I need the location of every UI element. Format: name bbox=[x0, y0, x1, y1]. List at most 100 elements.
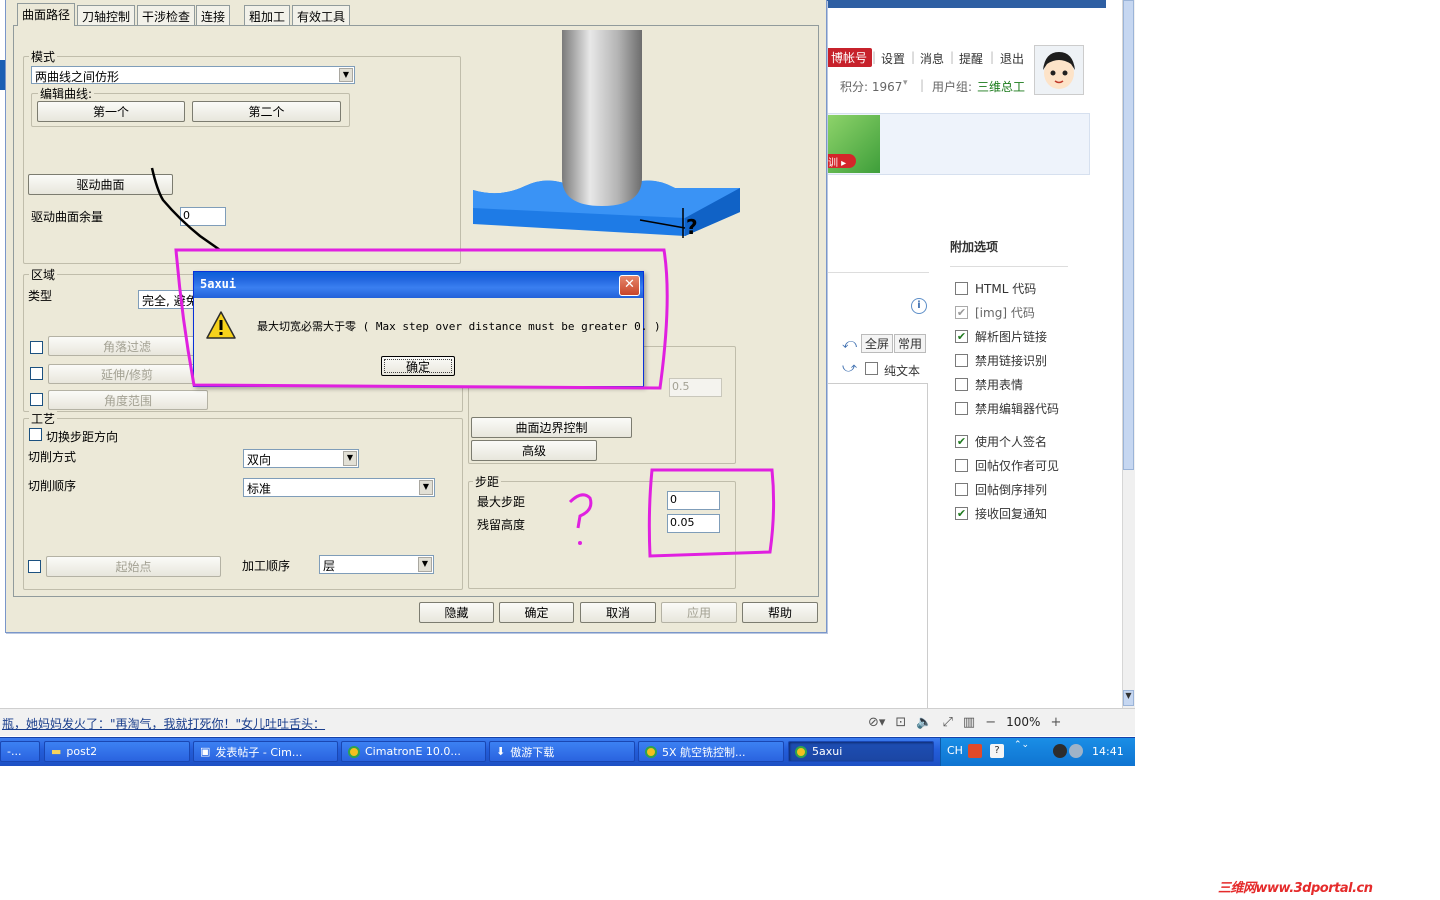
redo-icon[interactable]: ⤻ bbox=[842, 360, 857, 376]
close-icon[interactable]: ✕ bbox=[619, 275, 640, 296]
common-button[interactable]: 常用 bbox=[894, 334, 927, 353]
drive-surface-button[interactable]: 驱动曲面 bbox=[28, 174, 173, 195]
messages-link[interactable]: 消息 bbox=[920, 50, 944, 67]
extend-trim-checkbox[interactable] bbox=[30, 367, 43, 380]
taskbar-item-post2[interactable]: ▬ post2 bbox=[44, 741, 190, 762]
option-checkbox[interactable]: ✔ bbox=[955, 507, 968, 520]
scrollbar-thumb[interactable] bbox=[1123, 0, 1134, 470]
option-item[interactable]: 禁用表情 bbox=[955, 376, 1023, 393]
option-item[interactable]: ✔ 使用个人签名 bbox=[955, 433, 1047, 450]
tab-utilities[interactable]: 有效工具 bbox=[292, 5, 351, 25]
advanced-button[interactable]: 高级 bbox=[471, 440, 597, 461]
points-label[interactable]: 积分: 1967 bbox=[840, 78, 902, 95]
tab-tool-axis[interactable]: 刀轴控制 bbox=[77, 5, 136, 25]
avatar[interactable] bbox=[1034, 45, 1084, 95]
taskbar-item-cimatron[interactable]: CimatronE 10.0... bbox=[341, 741, 486, 762]
info-icon[interactable]: i bbox=[911, 298, 927, 314]
ok-button[interactable]: 确定 bbox=[499, 602, 574, 623]
taskbar-item-5x[interactable]: 5X 航空铣控制... bbox=[638, 741, 784, 762]
taskbar-item-downloads[interactable]: ⬇ 傲游下载 bbox=[489, 741, 635, 762]
usergroup-value[interactable]: 三维总工 bbox=[977, 78, 1025, 95]
option-item[interactable]: ✔ 解析图片链接 bbox=[955, 328, 1047, 345]
speaker-icon[interactable] bbox=[1069, 744, 1083, 758]
second-curve-button[interactable]: 第二个 bbox=[192, 101, 341, 122]
undo-icon[interactable]: ⤺ bbox=[842, 336, 857, 352]
option-checkbox[interactable]: ✔ bbox=[955, 306, 968, 319]
angle-range-button[interactable]: 角度范围 bbox=[48, 390, 208, 410]
mode-select[interactable]: 两曲线之间仿形 ▼ bbox=[31, 66, 355, 84]
settings-link[interactable]: 设置 bbox=[881, 50, 905, 67]
max-stepover-input[interactable]: 0 bbox=[667, 491, 720, 510]
sound-icon[interactable]: 🔈 bbox=[916, 715, 932, 730]
option-checkbox[interactable]: ✔ bbox=[955, 330, 968, 343]
option-item[interactable]: 禁用编辑器代码 bbox=[955, 400, 1059, 417]
message-ok-button[interactable]: 确定 bbox=[381, 356, 455, 376]
machining-order-select[interactable]: 层 ▼ bbox=[319, 555, 434, 574]
angle-range-checkbox[interactable] bbox=[30, 393, 43, 406]
tab-links[interactable]: 连接 bbox=[196, 5, 231, 25]
region-group-label: 区域 bbox=[29, 266, 58, 283]
taskbar-item-forum[interactable]: ▣ 发表帖子 - Cim... bbox=[193, 741, 338, 762]
start-point-button[interactable]: 起始点 bbox=[46, 556, 221, 577]
usergroup-label: 用户组: bbox=[932, 80, 973, 94]
zoom-in-icon[interactable]: + bbox=[1050, 715, 1061, 730]
taskbar-item[interactable]: -... bbox=[0, 741, 40, 762]
surface-edge-control-button[interactable]: 曲面边界控制 bbox=[471, 417, 632, 438]
cancel-button[interactable]: 取消 bbox=[580, 602, 656, 623]
switch-step-checkbox[interactable] bbox=[29, 428, 42, 441]
hide-button[interactable]: 隐藏 bbox=[419, 602, 494, 623]
chevron-down-icon: ▼ bbox=[419, 480, 433, 495]
type-select[interactable]: 完全, 避免 bbox=[138, 290, 198, 309]
taskbar-item-5axui[interactable]: 5axui bbox=[788, 741, 934, 762]
corner-filter-checkbox[interactable] bbox=[30, 341, 43, 354]
disabled-value-input[interactable]: 0.5 bbox=[669, 378, 722, 397]
scallop-height-input[interactable]: 0.05 bbox=[667, 514, 720, 533]
tab-roughing[interactable]: 粗加工 bbox=[244, 5, 291, 25]
option-item[interactable]: 回帖倒序排列 bbox=[955, 481, 1047, 498]
status-news-link[interactable]: 瓶，她妈妈发火了："再淘气，我就打死你！"女儿吐吐舌头： bbox=[2, 715, 325, 732]
cut-order-select[interactable]: 标准 ▼ bbox=[243, 478, 435, 497]
option-checkbox[interactable] bbox=[955, 483, 968, 496]
screenshot-icon[interactable]: ⊡ bbox=[895, 715, 906, 730]
fullscreen-icon[interactable]: ⤢ bbox=[943, 715, 953, 730]
tab-collision-check[interactable]: 干涉检查 bbox=[137, 5, 196, 25]
option-checkbox[interactable] bbox=[955, 378, 968, 391]
editor-textarea[interactable] bbox=[826, 383, 928, 708]
option-checkbox[interactable] bbox=[955, 459, 968, 472]
option-checkbox[interactable] bbox=[955, 282, 968, 295]
fullscreen-button[interactable]: 全屏 bbox=[861, 334, 894, 353]
sogou-icon[interactable] bbox=[968, 744, 982, 758]
language-indicator[interactable]: CH bbox=[947, 744, 963, 757]
apply-button[interactable]: 应用 bbox=[661, 602, 737, 623]
split-view-icon[interactable]: ▥ bbox=[963, 715, 975, 730]
option-item[interactable]: ✔ 接收回复通知 bbox=[955, 505, 1047, 522]
help-icon[interactable]: ? bbox=[990, 744, 1004, 758]
scroll-down-arrow[interactable]: ▼ bbox=[1123, 690, 1134, 706]
reminders-link[interactable]: 提醒 bbox=[959, 50, 983, 67]
tray-arrow-icon[interactable]: ⌃⌄ bbox=[1014, 740, 1029, 750]
logout-link[interactable]: 退出 bbox=[1000, 50, 1024, 67]
option-item[interactable]: 禁用链接识别 bbox=[955, 352, 1047, 369]
tab-surface-path[interactable]: 曲面路径 bbox=[17, 3, 76, 26]
drive-surface-allowance-input[interactable]: 0 bbox=[180, 207, 226, 226]
option-item[interactable]: 回帖仅作者可见 bbox=[955, 457, 1059, 474]
corner-filter-button[interactable]: 角落过滤 bbox=[48, 336, 206, 356]
account-button[interactable]: 博帐号 bbox=[826, 48, 873, 67]
network-icon[interactable] bbox=[1053, 744, 1067, 758]
cimatron-icon bbox=[348, 745, 360, 758]
points-dropdown-icon[interactable]: ▾ bbox=[903, 78, 908, 88]
option-checkbox[interactable]: ✔ bbox=[955, 435, 968, 448]
extend-trim-button[interactable]: 延伸/修剪 bbox=[48, 364, 206, 384]
plaintext-checkbox[interactable] bbox=[865, 362, 878, 375]
cut-method-select[interactable]: 双向 ▼ bbox=[243, 449, 359, 468]
option-checkbox[interactable] bbox=[955, 402, 968, 415]
first-curve-button[interactable]: 第一个 bbox=[37, 101, 185, 122]
scallop-height-label: 残留高度 bbox=[477, 518, 526, 532]
help-button[interactable]: 帮助 bbox=[742, 602, 818, 623]
option-item[interactable]: HTML 代码 bbox=[955, 280, 1036, 297]
option-checkbox[interactable] bbox=[955, 354, 968, 367]
security-icon[interactable]: ⊘▾ bbox=[868, 715, 885, 730]
option-item[interactable]: ✔ [img] 代码 bbox=[955, 304, 1035, 321]
start-point-checkbox[interactable] bbox=[28, 560, 41, 573]
zoom-out-icon[interactable]: − bbox=[985, 715, 996, 730]
